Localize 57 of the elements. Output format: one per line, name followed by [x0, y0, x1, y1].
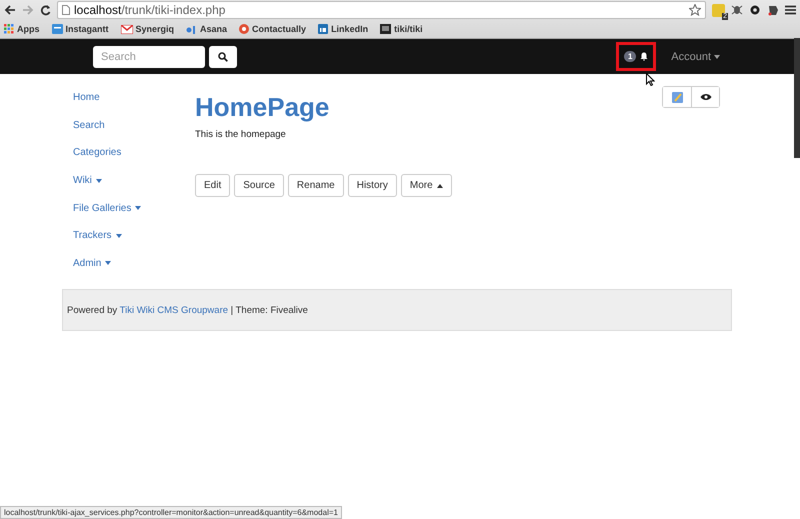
menu-icon[interactable]	[785, 5, 796, 15]
action-button[interactable]: More	[400, 174, 452, 197]
page-text: This is the homepage	[195, 129, 287, 140]
search-field[interactable]: Search	[93, 46, 205, 68]
sidebar-link[interactable]: Admin	[73, 250, 195, 278]
bookmark-icon	[120, 24, 133, 34]
status-bar: localhost/trunk/tiki-ajax_services.php?controller=monitor&action=unread&quantity=6&modal=1	[0, 506, 342, 519]
bookmark-icon	[186, 24, 198, 34]
bell-icon	[640, 52, 648, 61]
view-button[interactable]	[691, 87, 719, 107]
footer-text: Powered by Tiki Wiki CMS Groupware | Theme: Fivealive	[67, 304, 308, 316]
page-icon	[62, 5, 70, 15]
sidebar-link[interactable]: Search	[73, 112, 195, 140]
action-button[interactable]: Edit	[195, 174, 230, 197]
reload-icon[interactable]	[40, 4, 51, 16]
bookmark-link[interactable]: Asana	[186, 24, 228, 34]
bookmark-icon	[52, 24, 62, 34]
caret-icon	[436, 184, 443, 188]
bookmark-icon	[4, 24, 14, 34]
notifications-button[interactable]: 1	[616, 42, 656, 71]
search-button[interactable]	[209, 46, 237, 68]
caret-icon	[96, 178, 102, 183]
bug-icon[interactable]	[731, 4, 743, 16]
sidebar-link[interactable]: Home	[73, 84, 195, 112]
bookmark-link[interactable]: Synergiq	[120, 24, 174, 34]
bookmark-link[interactable]: LinkedIn	[318, 24, 368, 34]
footer-link[interactable]: Tiki Wiki CMS Groupware	[120, 304, 228, 316]
account-menu[interactable]: Account	[671, 50, 720, 62]
bookmark-link[interactable]: Contactually	[239, 24, 306, 34]
star-icon[interactable]	[689, 4, 701, 16]
back-icon[interactable]	[4, 5, 16, 15]
action-button[interactable]: History	[348, 174, 397, 197]
bookmark-icon	[239, 24, 250, 34]
bookmark-link[interactable]: tiki/tiki	[380, 24, 423, 34]
notification-count: 1	[624, 51, 636, 62]
eye-icon	[700, 93, 712, 101]
bookmark-icon	[318, 24, 328, 34]
bookmark-link[interactable]: Apps	[4, 24, 40, 34]
sidebar-link[interactable]: Wiki	[73, 166, 195, 194]
bookmark-link[interactable]: Instagantt	[52, 24, 109, 34]
action-button[interactable]: Rename	[288, 174, 344, 197]
mouse-cursor-icon	[646, 73, 655, 86]
extension-icon[interactable]	[712, 4, 725, 16]
url-text: localhost/trunk/tiki-index.php	[74, 3, 226, 17]
caret-icon	[116, 234, 122, 238]
notepad-pencil-icon	[672, 92, 682, 102]
caret-icon	[714, 54, 720, 58]
caret-icon	[105, 261, 112, 266]
action-button[interactable]: Source	[234, 174, 284, 197]
sidebar-link[interactable]: File Galleries	[73, 194, 195, 222]
caret-icon	[135, 206, 142, 210]
search-icon	[218, 52, 228, 62]
sidebar-link[interactable]: Trackers	[73, 222, 195, 250]
address-bar[interactable]: localhost/trunk/tiki-index.php	[57, 1, 706, 19]
sidebar-link[interactable]: Categories	[73, 139, 195, 167]
page-title: HomePage	[195, 92, 330, 123]
bookmark-icon	[380, 24, 392, 34]
